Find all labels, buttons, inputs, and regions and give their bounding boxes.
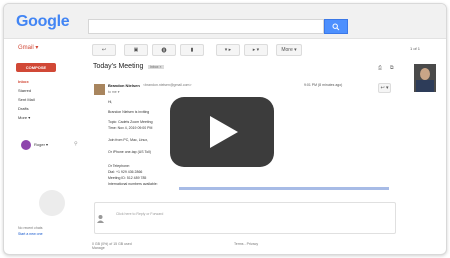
- terms-links[interactable]: Terms - Privacy: [234, 242, 258, 246]
- reply-avatar-icon: [96, 210, 105, 223]
- email-line: Brandon Nielsen is inviting: [108, 110, 150, 114]
- sender-email: <brandon.nielsen@gmail.com>: [143, 83, 192, 87]
- international-numbers-link[interactable]: [179, 187, 389, 190]
- pager: 1 of 1: [410, 46, 421, 51]
- email-line: Or Telephone:: [108, 164, 130, 168]
- sender-avatar: [94, 84, 105, 95]
- print-icon[interactable]: ⎙: [378, 65, 382, 71]
- hangouts-search-icon[interactable]: ⚲: [74, 141, 78, 147]
- contact-shirt: [416, 80, 434, 92]
- sidebar-item-sent[interactable]: Sent Mail: [18, 97, 35, 102]
- contact-photo: [414, 64, 436, 92]
- sidebar-item-inbox[interactable]: Inbox: [18, 79, 29, 84]
- no-chats-note: No recent chats: [18, 226, 43, 230]
- email-line: Topic: Cadets Zoom Meeting: [108, 120, 153, 124]
- email-line: Or iPhone one-tap (US Toll): [108, 150, 151, 154]
- email-line: Hi,: [108, 100, 113, 104]
- email-line: International numbers available:: [108, 182, 158, 186]
- recipient[interactable]: to me ▾: [108, 90, 119, 94]
- email-line: Join from PC, Mac, Linux,: [108, 138, 149, 142]
- sender-name: Brandon Nielsen: [108, 83, 140, 88]
- search-button[interactable]: [324, 19, 348, 34]
- play-icon: [210, 116, 238, 148]
- contact-face: [420, 68, 430, 80]
- empty-chat-avatar: [39, 190, 65, 216]
- hangouts-user[interactable]: Roger ▾: [34, 142, 48, 147]
- search-input[interactable]: [88, 19, 324, 34]
- more-button[interactable]: More ▾: [276, 44, 302, 56]
- new-window-icon[interactable]: ⧉: [390, 65, 394, 71]
- labels-button[interactable]: ▸ ▾: [244, 44, 268, 56]
- email-subject: Today's Meeting: [93, 63, 144, 70]
- reply-box[interactable]: [94, 202, 396, 234]
- reply-placeholder[interactable]: Click here to Reply or Forward: [116, 212, 163, 216]
- video-thumbnail[interactable]: Google Gmail ▾ ↩ ▣ ⓿ ▮ ▾ ▸ ▸ ▾ More ▾ 1 …: [3, 3, 447, 255]
- gmail-menu[interactable]: Gmail ▾: [18, 44, 38, 51]
- compose-button[interactable]: COMPOSE: [16, 63, 56, 72]
- google-logo: Google: [16, 13, 70, 30]
- archive-button[interactable]: ▣: [124, 44, 148, 56]
- delete-button[interactable]: ▮: [180, 44, 204, 56]
- move-to-button[interactable]: ▾ ▸: [216, 44, 240, 56]
- storage-usage: 0 GB (0%) of 15 GB used Manage: [92, 242, 132, 250]
- sidebar-item-drafts[interactable]: Drafts: [18, 106, 29, 111]
- play-button[interactable]: [170, 97, 274, 167]
- email-line: Meeting ID: 512 489 785: [108, 176, 147, 180]
- email-line: Time: Nov 4, 2019 09:00 PM: [108, 126, 153, 130]
- reply-button[interactable]: ↩ ▾: [378, 83, 391, 93]
- email-date: 9:01 PM (8 minutes ago): [304, 83, 343, 87]
- search-icon: [332, 23, 340, 30]
- sidebar-item-starred[interactable]: Starred: [18, 88, 31, 93]
- manage-link[interactable]: Manage: [92, 246, 105, 250]
- start-chat-link[interactable]: Start a new one: [18, 232, 43, 236]
- hangouts-avatar[interactable]: [21, 140, 31, 150]
- back-button[interactable]: ↩: [92, 44, 116, 56]
- inbox-label[interactable]: Inbox ×: [148, 65, 164, 69]
- top-bar: Google: [4, 4, 446, 39]
- sidebar-item-more[interactable]: More ▾: [18, 115, 30, 120]
- spam-button[interactable]: ⓿: [152, 44, 176, 56]
- email-line: Dial: +1 929 436 2866: [108, 170, 143, 174]
